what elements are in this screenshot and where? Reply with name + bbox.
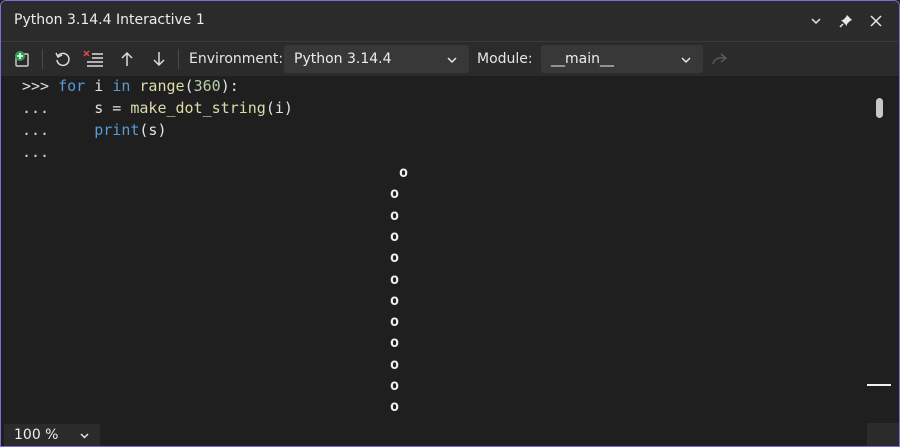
clear-output-icon[interactable] <box>82 48 106 70</box>
window-title: Python 3.14.4 Interactive 1 <box>14 12 205 28</box>
chevron-down-icon <box>681 57 691 64</box>
module-label: Module: <box>477 51 533 67</box>
zoom-select[interactable]: 100 % <box>4 424 100 446</box>
output-dot: o <box>390 184 400 203</box>
console-prompt: ... <box>22 121 50 139</box>
output-dot: o <box>390 226 400 245</box>
arrow-up-icon[interactable] <box>115 48 139 70</box>
keyword: for <box>58 77 86 95</box>
console-line: ... <box>22 143 49 164</box>
output-dot: o <box>390 269 400 288</box>
chevron-down-icon <box>447 57 457 64</box>
reset-icon[interactable] <box>51 48 75 70</box>
output-dot: o <box>390 248 400 267</box>
redo-icon[interactable] <box>708 48 732 70</box>
builtin-function: print <box>94 121 140 139</box>
console-prompt: ... <box>22 99 50 117</box>
environment-select[interactable]: Python 3.14.4 <box>284 45 469 73</box>
output-dot: o <box>390 312 400 331</box>
zoom-value: 100 % <box>14 427 59 443</box>
output-dot: o <box>390 376 400 394</box>
console-prompt: ... <box>22 143 50 161</box>
module-select[interactable]: __main__ <box>541 45 703 73</box>
toolbar-divider <box>178 49 179 69</box>
builtin-function: range <box>139 77 185 95</box>
output-dot: o <box>399 163 409 181</box>
vertical-scrollbar[interactable] <box>867 77 899 423</box>
interactive-window: Python 3.14.4 Interactive 1 Environment: <box>0 0 900 447</box>
arrow-down-icon[interactable] <box>147 48 171 70</box>
scroll-position-marker <box>867 384 891 386</box>
environment-label: Environment: <box>189 51 284 67</box>
chevron-down-icon <box>80 433 89 439</box>
output-dot: o <box>390 205 400 224</box>
pin-icon[interactable] <box>835 10 857 32</box>
module-value: __main__ <box>551 51 614 67</box>
keyword: in <box>112 77 131 95</box>
output-dot: o <box>390 354 400 373</box>
console-prompt: >>> <box>22 77 50 95</box>
output-dot: o <box>390 397 400 416</box>
console-output[interactable]: >>> for i in range(360): ... s = make_do… <box>1 77 867 423</box>
function-name: make_dot_string <box>130 99 266 117</box>
close-icon[interactable] <box>865 10 887 32</box>
console-line: ... print(s) <box>22 121 167 139</box>
console-line: ... s = make_dot_string(i) <box>22 99 293 117</box>
environment-value: Python 3.14.4 <box>294 51 392 67</box>
scrollbar-corner <box>867 423 899 446</box>
output-dot: o <box>390 290 400 309</box>
scrollbar-thumb[interactable] <box>876 98 883 118</box>
title-bar: Python 3.14.4 Interactive 1 <box>1 1 899 42</box>
number-literal: 360 <box>193 77 221 95</box>
console-line: >>> for i in range(360): <box>22 77 239 95</box>
horizontal-scrollbar[interactable] <box>101 423 867 446</box>
window-menu-chevron-down-icon[interactable] <box>805 10 827 32</box>
toolbar-divider <box>42 49 43 69</box>
output-dot: o <box>390 333 400 352</box>
status-bar: 100 % <box>1 423 899 446</box>
new-repl-icon[interactable] <box>11 48 35 70</box>
toolbar: Environment: Python 3.14.4 Module: __mai… <box>1 42 899 76</box>
